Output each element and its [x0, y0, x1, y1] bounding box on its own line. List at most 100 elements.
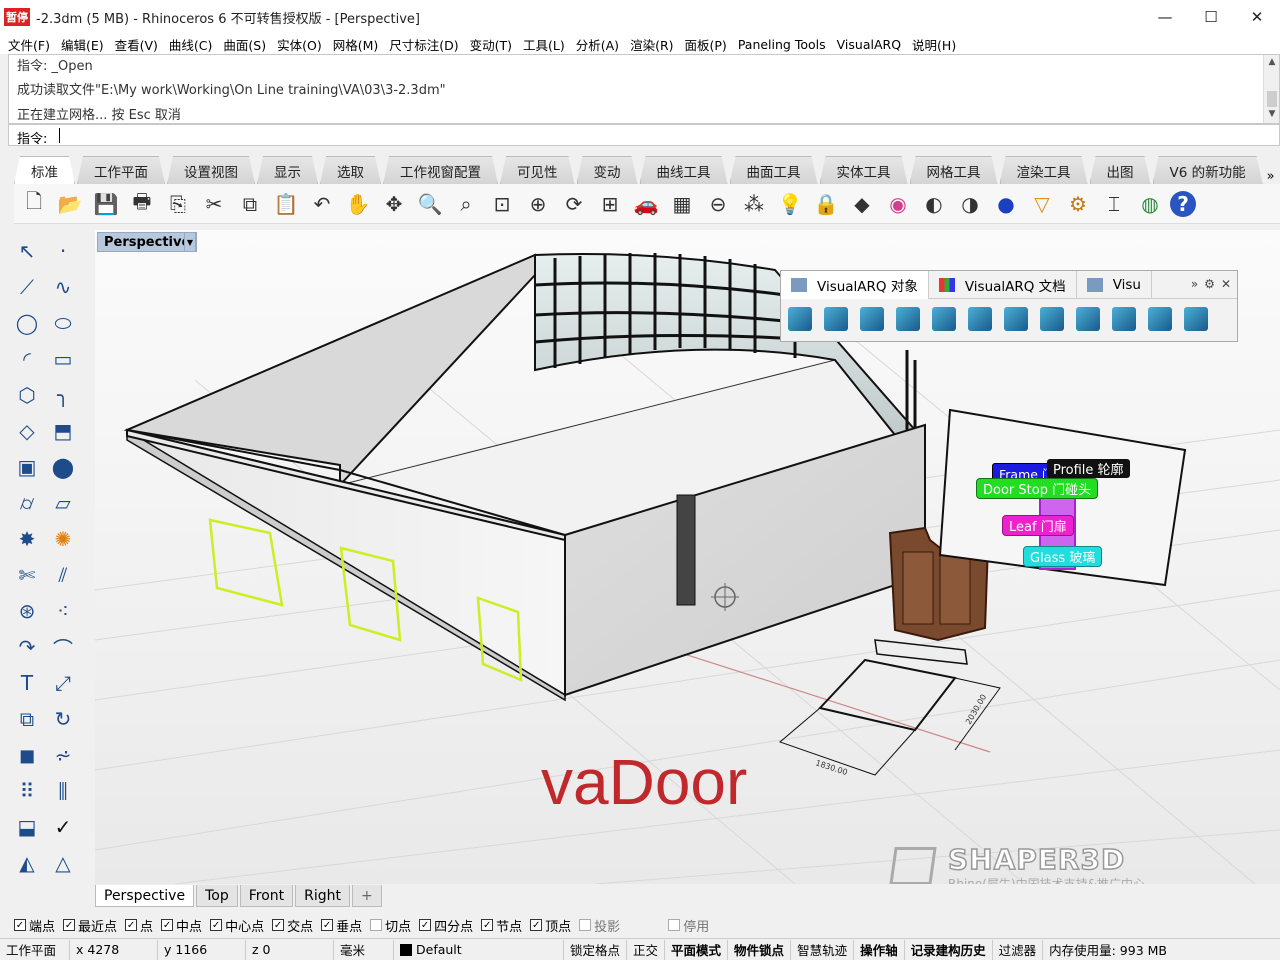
osnap-2[interactable]: ✓ 点: [125, 916, 153, 935]
explode-icon[interactable]: ✺: [48, 524, 78, 554]
tab-3[interactable]: 显示: [257, 156, 318, 184]
cplane-label[interactable]: 工作平面: [0, 939, 70, 960]
scale-icon[interactable]: ⤢: [48, 668, 78, 698]
osnap-checkbox[interactable]: ✓: [481, 919, 494, 931]
osnap-4[interactable]: ✓ 中心点: [210, 916, 264, 935]
wall-icon[interactable]: [785, 303, 815, 335]
save-icon[interactable]: 💾: [90, 188, 122, 220]
zoom-extents-icon[interactable]: ⊡: [486, 188, 518, 220]
color-wheel-icon[interactable]: ◉: [882, 188, 914, 220]
visualarq-tab-0[interactable]: VisualARQ 对象: [781, 270, 929, 299]
scroll-thumb[interactable]: [1267, 91, 1277, 107]
import-icon[interactable]: ⎘: [162, 188, 194, 220]
menu-item[interactable]: 渲染(R): [630, 35, 673, 54]
layer-selector[interactable]: Default: [394, 939, 564, 960]
extrude-icon[interactable]: ⬓: [12, 812, 42, 842]
tab-0[interactable]: 标准: [14, 156, 75, 184]
tab-2[interactable]: 设置视图: [167, 156, 255, 184]
status-toggle-7[interactable]: 过滤器: [993, 939, 1044, 960]
viewport-tab-perspective[interactable]: Perspective: [95, 885, 195, 907]
slab-icon[interactable]: [857, 303, 887, 335]
menu-item[interactable]: 分析(A): [576, 35, 619, 54]
menu-item[interactable]: VisualARQ: [837, 37, 901, 52]
surface-icon[interactable]: ◇: [12, 416, 42, 446]
tab-6[interactable]: 可见性: [500, 156, 575, 184]
menu-item[interactable]: 面板(P): [685, 35, 727, 54]
zoom-window-icon[interactable]: ⌕: [450, 188, 482, 220]
roof-icon[interactable]: [1073, 303, 1103, 335]
group-icon[interactable]: ⊛: [12, 596, 42, 626]
stair-icon[interactable]: [1001, 303, 1031, 335]
status-toggle-3[interactable]: 物件锁点: [728, 939, 792, 960]
command-input[interactable]: 指令:: [8, 124, 1280, 147]
tab-4[interactable]: 选取: [320, 156, 381, 184]
osnap-checkbox[interactable]: [579, 919, 592, 931]
solid-box-icon[interactable]: ◼: [12, 740, 42, 770]
ellipse-icon[interactable]: ⬭: [48, 308, 78, 338]
copy-icon[interactable]: ⧉: [234, 188, 266, 220]
grid-icon[interactable]: ▦: [666, 188, 698, 220]
rotate-view-icon[interactable]: ✥: [378, 188, 410, 220]
osnap-checkbox[interactable]: ✓: [530, 919, 543, 931]
command-history-scrollbar[interactable]: ▲ ▼: [1263, 55, 1279, 123]
panel-settings-icon[interactable]: ⚙: [1204, 277, 1215, 291]
point-icon[interactable]: ⁂: [738, 188, 770, 220]
settings-gear-icon[interactable]: ⚙: [1062, 188, 1094, 220]
viewport-tab-top[interactable]: Top: [196, 885, 238, 907]
tab-10[interactable]: 实体工具: [820, 156, 908, 184]
add-viewport-tab-button[interactable]: +: [352, 885, 382, 907]
material-icon[interactable]: ◆: [846, 188, 878, 220]
minimize-button[interactable]: —: [1142, 0, 1188, 34]
osnap-5[interactable]: ✓ 交点: [272, 916, 313, 935]
menu-item[interactable]: 文件(F): [8, 35, 50, 54]
undo-icon[interactable]: ↶: [306, 188, 338, 220]
pan-icon[interactable]: ✋: [342, 188, 374, 220]
osnap-checkbox[interactable]: ✓: [272, 919, 285, 931]
rectangle-icon[interactable]: ▭: [48, 344, 78, 374]
osnap-checkbox[interactable]: ✓: [419, 919, 432, 931]
osnap-11[interactable]: 投影: [579, 916, 620, 935]
point-icon[interactable]: ·: [48, 236, 78, 266]
menu-item[interactable]: 尺寸标注(D): [389, 35, 458, 54]
osnap-checkbox[interactable]: [668, 919, 681, 931]
tab-1[interactable]: 工作平面: [77, 156, 165, 184]
beam-icon[interactable]: [1109, 303, 1139, 335]
check-icon[interactable]: ✓: [48, 812, 78, 842]
print-icon[interactable]: 🖶: [126, 188, 158, 220]
osnap-12[interactable]: 停用: [668, 916, 709, 935]
menu-item[interactable]: 编辑(E): [61, 35, 104, 54]
menu-item[interactable]: Paneling Tools: [738, 37, 826, 52]
osnap-checkbox[interactable]: ✓: [321, 919, 334, 931]
osnap-10[interactable]: ✓ 顶点: [530, 916, 571, 935]
door-icon[interactable]: [929, 303, 959, 335]
array-grid-icon[interactable]: ⠿: [12, 776, 42, 806]
circle-icon[interactable]: ◯: [12, 308, 42, 338]
visualarq-tab-1[interactable]: VisualARQ 文档: [929, 270, 1077, 299]
tab-12[interactable]: 渲染工具: [1000, 156, 1088, 184]
element-icon[interactable]: [1181, 303, 1211, 335]
osnap-3[interactable]: ✓ 中点: [161, 916, 202, 935]
status-toggle-6[interactable]: 记录建构历史: [905, 939, 993, 960]
status-toggle-4[interactable]: 智慧轨迹: [791, 939, 855, 960]
menu-item[interactable]: 网格(M): [333, 35, 379, 54]
tab-9[interactable]: 曲面工具: [730, 156, 818, 184]
menu-item[interactable]: 曲线(C): [169, 35, 212, 54]
osnap-checkbox[interactable]: [370, 919, 383, 931]
railing-icon[interactable]: [1037, 303, 1067, 335]
panel-more-icon[interactable]: »: [1191, 277, 1198, 291]
window-icon[interactable]: [965, 303, 995, 335]
status-toggle-1[interactable]: 正交: [627, 939, 666, 960]
viewport-title[interactable]: Perspective: [97, 232, 198, 252]
four-viewports-icon[interactable]: ⊞: [594, 188, 626, 220]
cut-icon[interactable]: ✂: [198, 188, 230, 220]
viewport-menu-icon[interactable]: ▼: [184, 232, 196, 252]
render-object-icon[interactable]: ◭: [12, 848, 42, 878]
osnap-6[interactable]: ✓ 垂点: [321, 916, 362, 935]
scroll-down-icon[interactable]: ▼: [1264, 109, 1280, 119]
zoom-selected-icon[interactable]: ⊕: [522, 188, 554, 220]
rendered-sphere-icon[interactable]: ◑: [954, 188, 986, 220]
tab-5[interactable]: 工作视窗配置: [383, 156, 498, 184]
select-arrow-icon[interactable]: ↖: [12, 236, 42, 266]
osnap-1[interactable]: ✓ 最近点: [63, 916, 117, 935]
offset-icon[interactable]: ↷: [12, 632, 42, 662]
